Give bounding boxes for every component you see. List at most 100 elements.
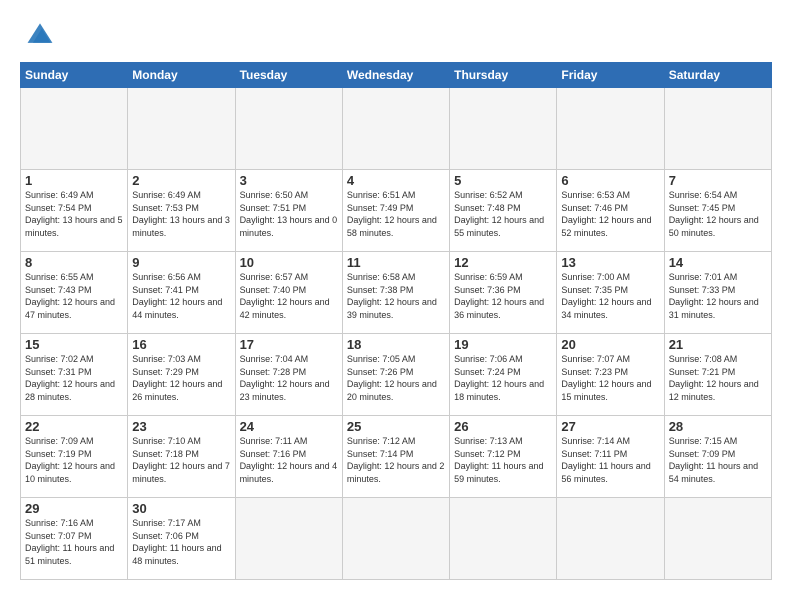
day-cell: 1Sunrise: 6:49 AMSunset: 7:54 PMDaylight… — [21, 170, 128, 252]
header-cell-sunday: Sunday — [21, 63, 128, 88]
day-cell: 26Sunrise: 7:13 AMSunset: 7:12 PMDayligh… — [450, 416, 557, 498]
day-cell: 16Sunrise: 7:03 AMSunset: 7:29 PMDayligh… — [128, 334, 235, 416]
day-info: Sunrise: 6:53 AMSunset: 7:46 PMDaylight:… — [561, 189, 659, 239]
day-cell — [342, 498, 449, 580]
day-cell — [342, 88, 449, 170]
day-info: Sunrise: 7:07 AMSunset: 7:23 PMDaylight:… — [561, 353, 659, 403]
day-cell — [664, 498, 771, 580]
day-cell — [235, 88, 342, 170]
day-number: 5 — [454, 173, 552, 188]
day-info: Sunrise: 7:01 AMSunset: 7:33 PMDaylight:… — [669, 271, 767, 321]
day-info: Sunrise: 6:52 AMSunset: 7:48 PMDaylight:… — [454, 189, 552, 239]
day-number: 22 — [25, 419, 123, 434]
day-info: Sunrise: 6:57 AMSunset: 7:40 PMDaylight:… — [240, 271, 338, 321]
header-cell-wednesday: Wednesday — [342, 63, 449, 88]
day-number: 2 — [132, 173, 230, 188]
day-info: Sunrise: 7:05 AMSunset: 7:26 PMDaylight:… — [347, 353, 445, 403]
header-cell-monday: Monday — [128, 63, 235, 88]
day-cell: 28Sunrise: 7:15 AMSunset: 7:09 PMDayligh… — [664, 416, 771, 498]
day-cell: 29Sunrise: 7:16 AMSunset: 7:07 PMDayligh… — [21, 498, 128, 580]
day-cell: 19Sunrise: 7:06 AMSunset: 7:24 PMDayligh… — [450, 334, 557, 416]
week-row-5: 29Sunrise: 7:16 AMSunset: 7:07 PMDayligh… — [21, 498, 772, 580]
page: SundayMondayTuesdayWednesdayThursdayFrid… — [0, 0, 792, 590]
day-number: 30 — [132, 501, 230, 516]
day-info: Sunrise: 7:11 AMSunset: 7:16 PMDaylight:… — [240, 435, 338, 485]
day-number: 28 — [669, 419, 767, 434]
calendar-table: SundayMondayTuesdayWednesdayThursdayFrid… — [20, 62, 772, 580]
day-number: 3 — [240, 173, 338, 188]
day-info: Sunrise: 6:51 AMSunset: 7:49 PMDaylight:… — [347, 189, 445, 239]
day-number: 10 — [240, 255, 338, 270]
day-info: Sunrise: 7:14 AMSunset: 7:11 PMDaylight:… — [561, 435, 659, 485]
header-cell-friday: Friday — [557, 63, 664, 88]
day-cell: 11Sunrise: 6:58 AMSunset: 7:38 PMDayligh… — [342, 252, 449, 334]
day-number: 12 — [454, 255, 552, 270]
day-cell: 30Sunrise: 7:17 AMSunset: 7:06 PMDayligh… — [128, 498, 235, 580]
day-number: 24 — [240, 419, 338, 434]
day-cell: 6Sunrise: 6:53 AMSunset: 7:46 PMDaylight… — [557, 170, 664, 252]
day-info: Sunrise: 6:59 AMSunset: 7:36 PMDaylight:… — [454, 271, 552, 321]
day-cell: 13Sunrise: 7:00 AMSunset: 7:35 PMDayligh… — [557, 252, 664, 334]
day-info: Sunrise: 6:49 AMSunset: 7:54 PMDaylight:… — [25, 189, 123, 239]
day-cell: 9Sunrise: 6:56 AMSunset: 7:41 PMDaylight… — [128, 252, 235, 334]
day-cell: 23Sunrise: 7:10 AMSunset: 7:18 PMDayligh… — [128, 416, 235, 498]
week-row-3: 15Sunrise: 7:02 AMSunset: 7:31 PMDayligh… — [21, 334, 772, 416]
day-cell: 3Sunrise: 6:50 AMSunset: 7:51 PMDaylight… — [235, 170, 342, 252]
day-cell: 7Sunrise: 6:54 AMSunset: 7:45 PMDaylight… — [664, 170, 771, 252]
day-number: 1 — [25, 173, 123, 188]
day-info: Sunrise: 7:10 AMSunset: 7:18 PMDaylight:… — [132, 435, 230, 485]
day-number: 15 — [25, 337, 123, 352]
day-info: Sunrise: 7:16 AMSunset: 7:07 PMDaylight:… — [25, 517, 123, 567]
day-cell: 17Sunrise: 7:04 AMSunset: 7:28 PMDayligh… — [235, 334, 342, 416]
day-number: 20 — [561, 337, 659, 352]
day-info: Sunrise: 7:04 AMSunset: 7:28 PMDaylight:… — [240, 353, 338, 403]
day-number: 4 — [347, 173, 445, 188]
day-info: Sunrise: 7:15 AMSunset: 7:09 PMDaylight:… — [669, 435, 767, 485]
header — [20, 18, 772, 50]
day-number: 8 — [25, 255, 123, 270]
day-cell: 2Sunrise: 6:49 AMSunset: 7:53 PMDaylight… — [128, 170, 235, 252]
header-row: SundayMondayTuesdayWednesdayThursdayFrid… — [21, 63, 772, 88]
day-cell: 24Sunrise: 7:11 AMSunset: 7:16 PMDayligh… — [235, 416, 342, 498]
header-cell-saturday: Saturday — [664, 63, 771, 88]
day-info: Sunrise: 7:17 AMSunset: 7:06 PMDaylight:… — [132, 517, 230, 567]
day-cell — [557, 498, 664, 580]
day-cell: 18Sunrise: 7:05 AMSunset: 7:26 PMDayligh… — [342, 334, 449, 416]
day-cell — [128, 88, 235, 170]
day-cell: 27Sunrise: 7:14 AMSunset: 7:11 PMDayligh… — [557, 416, 664, 498]
day-info: Sunrise: 7:12 AMSunset: 7:14 PMDaylight:… — [347, 435, 445, 485]
week-row-2: 8Sunrise: 6:55 AMSunset: 7:43 PMDaylight… — [21, 252, 772, 334]
day-number: 11 — [347, 255, 445, 270]
day-info: Sunrise: 6:50 AMSunset: 7:51 PMDaylight:… — [240, 189, 338, 239]
day-cell — [557, 88, 664, 170]
day-number: 26 — [454, 419, 552, 434]
day-number: 29 — [25, 501, 123, 516]
day-info: Sunrise: 7:09 AMSunset: 7:19 PMDaylight:… — [25, 435, 123, 485]
week-row-1: 1Sunrise: 6:49 AMSunset: 7:54 PMDaylight… — [21, 170, 772, 252]
day-info: Sunrise: 7:08 AMSunset: 7:21 PMDaylight:… — [669, 353, 767, 403]
day-cell: 4Sunrise: 6:51 AMSunset: 7:49 PMDaylight… — [342, 170, 449, 252]
logo — [20, 18, 56, 50]
day-cell: 10Sunrise: 6:57 AMSunset: 7:40 PMDayligh… — [235, 252, 342, 334]
day-info: Sunrise: 7:03 AMSunset: 7:29 PMDaylight:… — [132, 353, 230, 403]
day-cell — [450, 88, 557, 170]
day-number: 19 — [454, 337, 552, 352]
day-number: 16 — [132, 337, 230, 352]
day-info: Sunrise: 6:49 AMSunset: 7:53 PMDaylight:… — [132, 189, 230, 239]
day-cell: 22Sunrise: 7:09 AMSunset: 7:19 PMDayligh… — [21, 416, 128, 498]
day-number: 14 — [669, 255, 767, 270]
day-cell — [235, 498, 342, 580]
day-cell — [664, 88, 771, 170]
day-number: 27 — [561, 419, 659, 434]
day-cell: 8Sunrise: 6:55 AMSunset: 7:43 PMDaylight… — [21, 252, 128, 334]
day-cell: 14Sunrise: 7:01 AMSunset: 7:33 PMDayligh… — [664, 252, 771, 334]
header-cell-thursday: Thursday — [450, 63, 557, 88]
day-number: 18 — [347, 337, 445, 352]
day-cell: 25Sunrise: 7:12 AMSunset: 7:14 PMDayligh… — [342, 416, 449, 498]
day-cell: 5Sunrise: 6:52 AMSunset: 7:48 PMDaylight… — [450, 170, 557, 252]
day-cell — [21, 88, 128, 170]
day-info: Sunrise: 7:06 AMSunset: 7:24 PMDaylight:… — [454, 353, 552, 403]
day-cell: 20Sunrise: 7:07 AMSunset: 7:23 PMDayligh… — [557, 334, 664, 416]
day-number: 7 — [669, 173, 767, 188]
day-number: 9 — [132, 255, 230, 270]
